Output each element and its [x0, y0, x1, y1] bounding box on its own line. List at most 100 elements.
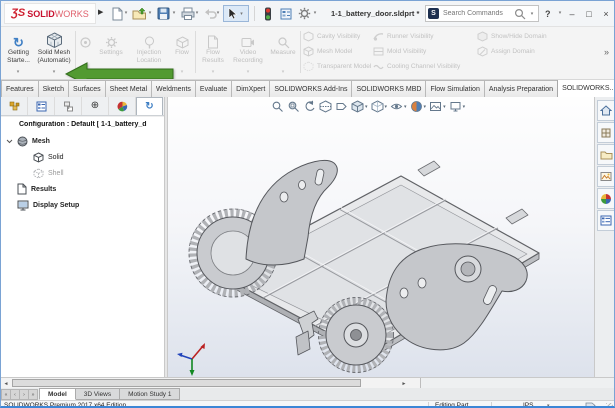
- select-tool-caret[interactable]: ▾: [238, 11, 246, 17]
- traffic-light-button[interactable]: [259, 5, 276, 22]
- tab-display-manager[interactable]: [109, 97, 136, 115]
- section-view-button[interactable]: [319, 100, 332, 113]
- runner-visibility-toggle[interactable]: Runner Visibility: [373, 30, 460, 43]
- zoom-to-fit-button[interactable]: [271, 100, 284, 113]
- tree-item-results[interactable]: Results: [5, 181, 160, 197]
- display-style-button[interactable]: ▾: [371, 100, 388, 113]
- injection-location-icon: [143, 36, 156, 49]
- scroll-right-button[interactable]: ►: [399, 379, 409, 388]
- tab-label: Motion Study 1: [128, 391, 171, 398]
- help-caret[interactable]: ▾: [556, 10, 564, 16]
- tab-dimxpert-manager[interactable]: ⊕: [82, 97, 109, 115]
- tab-solidworks-add-ins[interactable]: SOLIDWORKS Add-Ins: [269, 80, 352, 97]
- options-gear-caret[interactable]: ▾: [311, 10, 319, 16]
- tab-configuration-manager[interactable]: [55, 97, 82, 115]
- search-input[interactable]: [441, 9, 512, 18]
- open-caret[interactable]: ▾: [146, 10, 154, 16]
- cavity-visibility-toggle[interactable]: Cavity Visibility: [303, 30, 371, 43]
- undo-caret[interactable]: ▾: [214, 10, 222, 16]
- search-scope-icon[interactable]: S: [428, 8, 439, 19]
- minimize-button[interactable]: –: [565, 7, 579, 21]
- zoom-to-area-button[interactable]: [287, 100, 300, 113]
- tab-3d-views[interactable]: 3D Views: [75, 388, 120, 400]
- hide-show-items-caret[interactable]: ▾: [404, 104, 407, 110]
- dropdown-caret[interactable]: ▾: [243, 69, 253, 75]
- apply-scene-button[interactable]: ▾: [429, 100, 446, 113]
- status-tag-button[interactable]: [585, 401, 596, 408]
- search-caret[interactable]: ▾: [528, 11, 536, 17]
- dropdown-caret[interactable]: ▾: [49, 69, 59, 75]
- tree-item-display-setup[interactable]: Display Setup: [5, 197, 160, 213]
- transparent-model-toggle[interactable]: Transparent Model: [303, 60, 371, 73]
- display-style-caret[interactable]: ▾: [385, 104, 388, 110]
- ribbon-overflow-chevron[interactable]: »: [604, 47, 609, 57]
- ribbon: ↻ Getting Starte... Solid Mesh (Automati…: [1, 27, 614, 79]
- annotation-views-button[interactable]: [335, 100, 348, 113]
- hide-show-items-button[interactable]: ▾: [390, 100, 407, 113]
- edit-appearance-button[interactable]: ▾: [410, 100, 427, 113]
- new-document-caret[interactable]: ▾: [122, 10, 130, 16]
- tab-sheet-metal[interactable]: Sheet Metal: [105, 80, 152, 97]
- close-button[interactable]: ×: [599, 7, 613, 21]
- assign-domain-toggle[interactable]: Assign Domain: [477, 45, 547, 58]
- tab-sketch[interactable]: Sketch: [38, 80, 69, 97]
- tree-item-mesh[interactable]: Mesh: [5, 133, 160, 149]
- view-settings-button[interactable]: ▾: [449, 100, 466, 113]
- model-canvas[interactable]: [168, 97, 594, 377]
- last-tab-button[interactable]: »: [28, 389, 38, 400]
- resize-grip[interactable]: [606, 403, 613, 408]
- view-settings-caret[interactable]: ▾: [463, 104, 466, 110]
- design-library-button[interactable]: [597, 122, 615, 143]
- tab-property-manager[interactable]: [28, 97, 55, 115]
- edit-appearance-caret[interactable]: ▾: [424, 104, 427, 110]
- maximize-button[interactable]: □: [582, 7, 596, 21]
- view-palette-button[interactable]: [597, 166, 615, 187]
- menu-flyout-icon[interactable]: ▶: [98, 8, 103, 16]
- units-selector[interactable]: IPS: [523, 402, 533, 408]
- apply-scene-caret[interactable]: ▾: [443, 104, 446, 110]
- tab-dimxpert[interactable]: DimXpert: [231, 80, 270, 97]
- tab-solidworks-plastics[interactable]: SOLIDWORKS...: [557, 79, 614, 97]
- appearances-scenes-button[interactable]: [597, 188, 615, 209]
- dropdown-caret[interactable]: ▾: [177, 69, 187, 75]
- dropdown-caret[interactable]: ▾: [208, 69, 218, 75]
- graphics-viewport[interactable]: ▾ ▾ ▾ ▾ ▾ ▾: [168, 97, 594, 377]
- show-hide-domain-toggle[interactable]: Show/Hide Domain: [477, 30, 547, 43]
- tab-feature-manager[interactable]: [1, 97, 28, 115]
- select-tool-button[interactable]: ▾: [223, 5, 249, 22]
- tab-features[interactable]: Features: [1, 80, 39, 97]
- tab-model[interactable]: Model: [39, 388, 76, 400]
- view-orientation-button[interactable]: ▾: [351, 100, 368, 113]
- display-options-button[interactable]: [277, 5, 294, 22]
- tab-solidworks-mbd[interactable]: SOLIDWORKS MBD: [351, 80, 426, 97]
- help-button[interactable]: ?: [545, 9, 551, 19]
- tab-surfaces[interactable]: Surfaces: [68, 80, 106, 97]
- scroll-left-button[interactable]: ◄: [1, 379, 11, 388]
- tree-item-solid[interactable]: Solid: [5, 149, 160, 165]
- tab-plastics-manager[interactable]: ↻: [136, 97, 163, 115]
- view-orientation-caret[interactable]: ▾: [365, 104, 368, 110]
- tab-flow-simulation[interactable]: Flow Simulation: [425, 80, 484, 97]
- file-explorer-button[interactable]: [597, 144, 615, 165]
- dropdown-caret[interactable]: ▾: [278, 69, 288, 75]
- dropdown-caret[interactable]: ▾: [13, 69, 23, 75]
- save-caret[interactable]: ▾: [170, 10, 178, 16]
- tab-analysis-preparation[interactable]: Analysis Preparation: [484, 80, 558, 97]
- tab-evaluate[interactable]: Evaluate: [195, 80, 232, 97]
- tab-weldments[interactable]: Weldments: [151, 80, 196, 97]
- configuration-header[interactable]: Configuration : Default [ 1-1_battery_d: [19, 121, 164, 128]
- tab-motion-study-1[interactable]: Motion Study 1: [119, 388, 180, 400]
- units-caret[interactable]: ▾: [547, 403, 550, 408]
- custom-properties-button[interactable]: [597, 210, 615, 231]
- scrollbar-thumb[interactable]: [12, 379, 361, 387]
- visibility-toggle-column-1: Cavity Visibility Mesh Model Transparent…: [303, 30, 371, 73]
- search-icon[interactable]: [514, 8, 526, 20]
- tree-item-shell[interactable]: Shell: [5, 165, 160, 181]
- mesh-model-toggle[interactable]: Mesh Model: [303, 45, 371, 58]
- solidworks-resources-button[interactable]: [597, 100, 615, 121]
- previous-view-button[interactable]: [303, 100, 316, 113]
- mold-visibility-toggle[interactable]: Mold Visibility: [373, 45, 460, 58]
- print-caret[interactable]: ▾: [193, 10, 201, 16]
- collapse-chevron-icon[interactable]: [5, 139, 13, 144]
- cooling-channel-visibility-toggle[interactable]: Cooling Channel Visibility: [373, 60, 460, 73]
